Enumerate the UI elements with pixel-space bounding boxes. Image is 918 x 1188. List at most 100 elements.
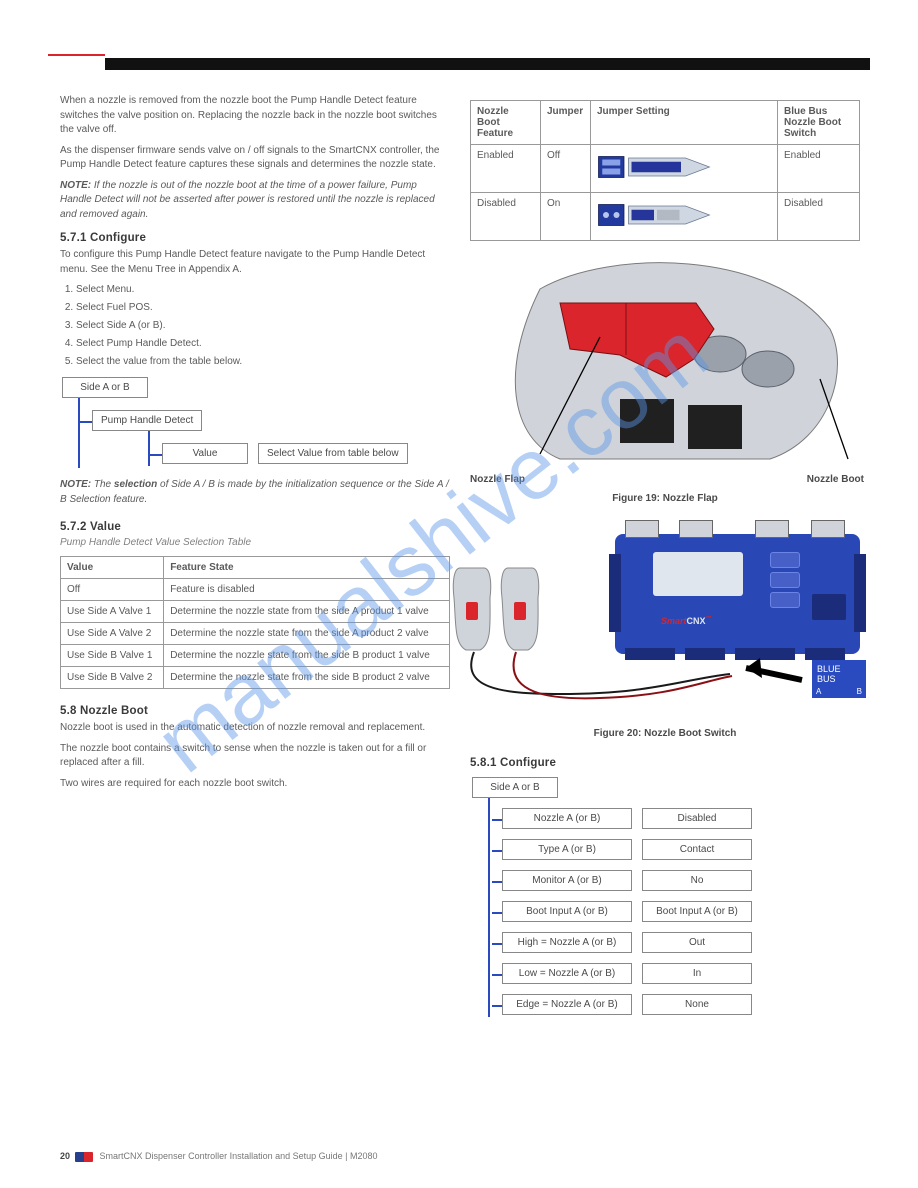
blue-bus-callout: BLUE BUS A B <box>812 660 866 698</box>
cell-feature: Disabled <box>471 193 541 241</box>
tree-val-disabled: Disabled <box>642 808 752 829</box>
note-label: NOTE: <box>60 180 91 191</box>
step-5: Select the value from the table below. <box>76 355 450 369</box>
th-value: Value <box>61 557 164 579</box>
cell-bb: Disabled <box>778 193 860 241</box>
th-jumper-setting: Jumper Setting <box>591 101 778 145</box>
note2-label: NOTE: <box>60 479 91 490</box>
step-3: Select Side A (or B). <box>76 319 450 333</box>
brand-logo-icon <box>75 1152 93 1162</box>
table-row: Use Side B Valve 1Determine the nozzle s… <box>61 645 450 667</box>
header-black-band <box>105 58 870 70</box>
cell-jumper-img <box>591 145 778 193</box>
wiring-illustration <box>450 524 860 714</box>
figure-19: Nozzle Flap Nozzle Boot <box>470 259 860 479</box>
tree-val-none: None <box>642 994 752 1015</box>
para-58-2: The nozzle boot contains a switch to sen… <box>60 742 450 771</box>
blue-bus-label: BLUE BUS <box>817 664 841 684</box>
tree-node-type: Type A (or B) <box>502 839 632 860</box>
th-feature: Nozzle Boot Feature <box>471 101 541 145</box>
page-number: 20 <box>60 1151 70 1161</box>
tree-node-nozzle: Nozzle A (or B) <box>502 808 632 829</box>
note-side-selection: NOTE: The selection of Side A / B is mad… <box>60 478 450 507</box>
right-column: Nozzle Boot Feature Jumper Jumper Settin… <box>470 94 860 1017</box>
tree-value-hint: Select Value from table below <box>258 443 408 464</box>
footer: 20 SmartCNX Dispenser Controller Install… <box>60 1151 860 1162</box>
figure-20-caption: Figure 20: Nozzle Boot Switch <box>470 728 860 739</box>
figure-20: SmartCNX™ BLUE BUS A B <box>470 524 860 714</box>
header-red-line <box>48 54 105 56</box>
note2-pre: The <box>91 479 114 490</box>
tree-val-in: In <box>642 963 752 984</box>
cell: Determine the nozzle state from the side… <box>164 645 450 667</box>
para-58-1: Nozzle boot is used in the automatic det… <box>60 721 450 736</box>
table-row: Use Side A Valve 1Determine the nozzle s… <box>61 601 450 623</box>
callout-nozzle-boot: Nozzle Boot <box>807 474 864 485</box>
value-selection-table: Value Feature State OffFeature is disabl… <box>60 556 450 689</box>
tree-root: Side A or B <box>62 377 148 398</box>
tree-val-contact: Contact <box>642 839 752 860</box>
para-overview-1: When a nozzle is removed from the nozzle… <box>60 94 450 138</box>
cell-jumper: Off <box>541 145 591 193</box>
table-row: Disabled On Disabled <box>471 193 860 241</box>
menu-tree-571: Side A or B Pump Handle Detect Value Sel… <box>62 377 450 468</box>
jumper-table: Nozzle Boot Feature Jumper Jumper Settin… <box>470 100 860 241</box>
jumper-both-icon <box>597 150 717 187</box>
heading-581: 5.8.1 Configure <box>470 757 860 769</box>
table-row: Enabled Off Enabled <box>471 145 860 193</box>
heading-571: 5.7.1 Configure <box>60 232 450 244</box>
cell: Feature is disabled <box>164 579 450 601</box>
para-58-3: Two wires are required for each nozzle b… <box>60 777 450 792</box>
jumper-one-icon <box>597 198 717 235</box>
table-row: Use Side A Valve 2Determine the nozzle s… <box>61 623 450 645</box>
footer-doc-title: SmartCNX Dispenser Controller Installati… <box>100 1151 378 1161</box>
cell-feature: Enabled <box>471 145 541 193</box>
cell: Use Side B Valve 2 <box>61 667 164 689</box>
note-body: If the nozzle is out of the nozzle boot … <box>60 180 435 220</box>
tree-node-value: Value <box>162 443 248 464</box>
th-bb-switch: Blue Bus Nozzle Boot Switch <box>778 101 860 145</box>
callout-nozzle-flap: Nozzle Flap <box>470 474 525 485</box>
cell: Determine the nozzle state from the side… <box>164 601 450 623</box>
cell-jumper: On <box>541 193 591 241</box>
note-power-failure: NOTE: If the nozzle is out of the nozzle… <box>60 179 450 223</box>
step-4: Select Pump Handle Detect. <box>76 337 450 351</box>
th-jumper: Jumper <box>541 101 591 145</box>
heading-58: 5.8 Nozzle Boot <box>60 705 450 717</box>
cell: Use Side B Valve 1 <box>61 645 164 667</box>
note2-mid: selection <box>114 479 157 490</box>
th-feature-state: Feature State <box>164 557 450 579</box>
terminal-a: A <box>816 687 821 696</box>
cell: Determine the nozzle state from the side… <box>164 623 450 645</box>
tree-node-low: Low = Nozzle A (or B) <box>502 963 632 984</box>
tree-node-phd: Pump Handle Detect <box>92 410 202 431</box>
subhead-572: Pump Handle Detect Value Selection Table <box>60 537 450 548</box>
step-1: Select Menu. <box>76 283 450 297</box>
tree-val-no: No <box>642 870 752 891</box>
tree-val-out: Out <box>642 932 752 953</box>
para-571: To configure this Pump Handle Detect fea… <box>60 248 450 277</box>
cell: Use Side A Valve 2 <box>61 623 164 645</box>
left-column: When a nozzle is removed from the nozzle… <box>60 94 450 797</box>
table-row: Use Side B Valve 2Determine the nozzle s… <box>61 667 450 689</box>
page-body: When a nozzle is removed from the nozzle… <box>60 94 860 1132</box>
table-header-row: Value Feature State <box>61 557 450 579</box>
tree-root: Side A or B <box>472 777 558 798</box>
tree-node-monitor: Monitor A (or B) <box>502 870 632 891</box>
step-2: Select Fuel POS. <box>76 301 450 315</box>
figure-19-caption: Figure 19: Nozzle Flap <box>470 493 860 504</box>
menu-tree-581: Side A or B Nozzle A (or B) Disabled Typ… <box>472 777 860 1017</box>
nozzle-flap-illustration <box>470 259 860 479</box>
tree-node-high: High = Nozzle A (or B) <box>502 932 632 953</box>
tree-val-boot-input: Boot Input A (or B) <box>642 901 752 922</box>
tree-node-edge: Edge = Nozzle A (or B) <box>502 994 632 1015</box>
heading-572: 5.7.2 Value <box>60 521 450 533</box>
table-row: OffFeature is disabled <box>61 579 450 601</box>
para-overview-2: As the dispenser firmware sends valve on… <box>60 144 450 173</box>
terminal-b: B <box>857 687 862 696</box>
cell-bb: Enabled <box>778 145 860 193</box>
cell: Use Side A Valve 1 <box>61 601 164 623</box>
table-header-row: Nozzle Boot Feature Jumper Jumper Settin… <box>471 101 860 145</box>
steps-571: Select Menu. Select Fuel POS. Select Sid… <box>76 283 450 369</box>
tree-node-boot-input: Boot Input A (or B) <box>502 901 632 922</box>
